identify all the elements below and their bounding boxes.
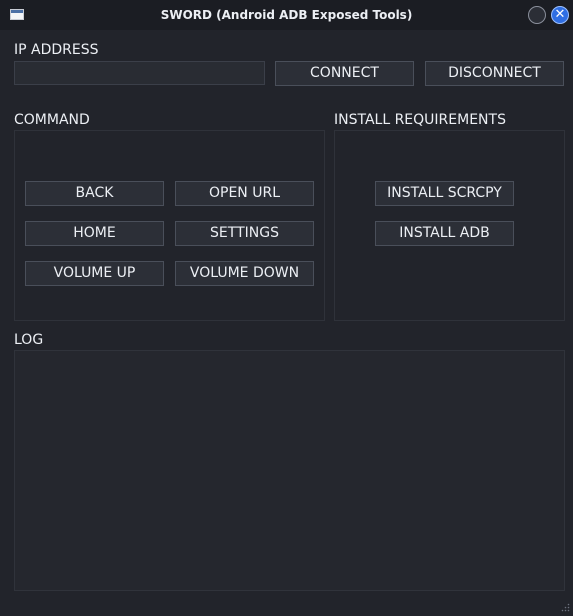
ip-address-input[interactable] xyxy=(14,61,265,85)
minimize-button[interactable] xyxy=(528,6,546,24)
log-label: LOG xyxy=(14,332,44,348)
volume-down-button[interactable]: VOLUME DOWN xyxy=(175,261,314,286)
back-button[interactable]: BACK xyxy=(25,181,164,206)
settings-button[interactable]: SETTINGS xyxy=(175,221,314,246)
open-url-button[interactable]: OPEN URL xyxy=(175,181,314,206)
main-window: SWORD (Android ADB Exposed Tools) ✕ IP A… xyxy=(0,0,573,616)
close-icon: ✕ xyxy=(554,7,566,22)
volume-up-button[interactable]: VOLUME UP xyxy=(25,261,164,286)
close-button[interactable]: ✕ xyxy=(551,6,569,24)
ip-address-label: IP ADDRESS xyxy=(14,42,99,58)
disconnect-button[interactable]: DISCONNECT xyxy=(425,61,564,86)
install-scrcpy-button[interactable]: INSTALL SCRCPY xyxy=(375,181,514,206)
log-output[interactable] xyxy=(14,350,565,591)
title-bar[interactable]: SWORD (Android ADB Exposed Tools) ✕ xyxy=(0,0,573,30)
home-button[interactable]: HOME xyxy=(25,221,164,246)
install-requirements-label: INSTALL REQUIREMENTS xyxy=(334,112,506,128)
command-label: COMMAND xyxy=(14,112,90,128)
resize-grip-icon[interactable] xyxy=(560,603,570,613)
window-title: SWORD (Android ADB Exposed Tools) xyxy=(160,8,413,22)
install-adb-button[interactable]: INSTALL ADB xyxy=(375,221,514,246)
connect-button[interactable]: CONNECT xyxy=(275,61,414,86)
